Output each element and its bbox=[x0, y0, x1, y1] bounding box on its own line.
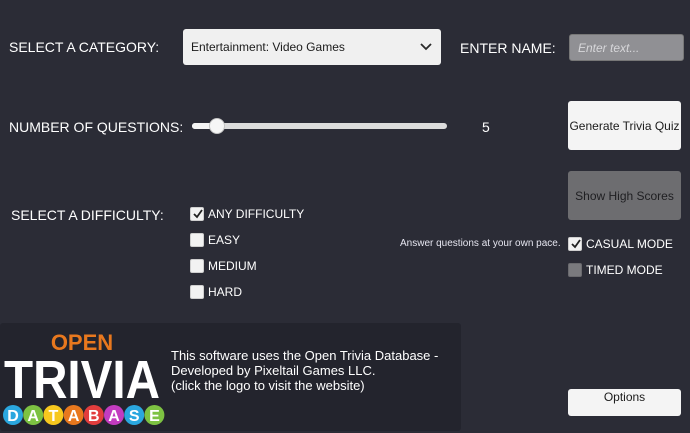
open-trivia-logo[interactable]: OPEN TRIVIA DATABASE bbox=[2, 330, 166, 428]
logo-letter: A bbox=[27, 408, 39, 425]
timed-mode-checkbox[interactable] bbox=[568, 263, 582, 277]
info-line: Developed by Pixeltail Games LLC. bbox=[171, 363, 376, 378]
logo-letter: D bbox=[7, 408, 19, 425]
logo-letter: B bbox=[88, 408, 100, 425]
difficulty-any-label: ANY DIFFICULTY bbox=[208, 207, 305, 221]
questions-slider-handle[interactable] bbox=[209, 118, 225, 134]
logo-letter: T bbox=[49, 408, 59, 425]
name-input[interactable] bbox=[569, 34, 684, 61]
difficulty-medium-checkbox[interactable] bbox=[190, 259, 204, 273]
difficulty-hard-label: HARD bbox=[208, 285, 243, 299]
show-high-scores-button[interactable]: Show High Scores bbox=[568, 171, 681, 220]
info-text: This software uses the Open Trivia Datab… bbox=[171, 348, 438, 393]
options-button[interactable]: Options bbox=[568, 389, 681, 416]
info-line: This software uses the Open Trivia Datab… bbox=[171, 348, 439, 363]
questions-slider-track[interactable] bbox=[192, 123, 447, 129]
checkmark-icon bbox=[571, 239, 581, 249]
questions-label: NUMBER OF QUESTIONS: bbox=[9, 119, 184, 135]
logo-letter: S bbox=[129, 408, 140, 425]
checkmark-icon bbox=[193, 209, 203, 219]
difficulty-hard-checkbox[interactable] bbox=[190, 285, 204, 299]
logo-trivia-text: TRIVIA bbox=[4, 350, 160, 410]
casual-mode-label: CASUAL MODE bbox=[586, 237, 673, 251]
logo-letter: A bbox=[68, 408, 80, 425]
info-line: (click the logo to visit the website) bbox=[171, 378, 365, 393]
difficulty-medium-label: MEDIUM bbox=[208, 259, 257, 273]
logo-letter: A bbox=[108, 408, 120, 425]
casual-mode-checkbox[interactable] bbox=[568, 237, 582, 251]
generate-quiz-button[interactable]: Generate Trivia Quiz bbox=[568, 101, 681, 150]
category-selected-value: Entertainment: Video Games bbox=[191, 40, 345, 54]
difficulty-easy-checkbox[interactable] bbox=[190, 233, 204, 247]
chevron-down-icon bbox=[420, 43, 432, 51]
mode-tooltip: Answer questions at your own pace. bbox=[400, 238, 561, 249]
category-label: SELECT A CATEGORY: bbox=[9, 39, 160, 55]
name-label: ENTER NAME: bbox=[460, 40, 556, 56]
category-dropdown[interactable]: Entertainment: Video Games bbox=[183, 29, 441, 65]
difficulty-easy-label: EASY bbox=[208, 233, 241, 247]
difficulty-label: SELECT A DIFFICULTY: bbox=[11, 207, 164, 223]
difficulty-any-checkbox[interactable] bbox=[190, 207, 204, 221]
timed-mode-label: TIMED MODE bbox=[586, 263, 663, 277]
questions-value: 5 bbox=[482, 119, 490, 135]
logo-letter: E bbox=[149, 408, 160, 425]
